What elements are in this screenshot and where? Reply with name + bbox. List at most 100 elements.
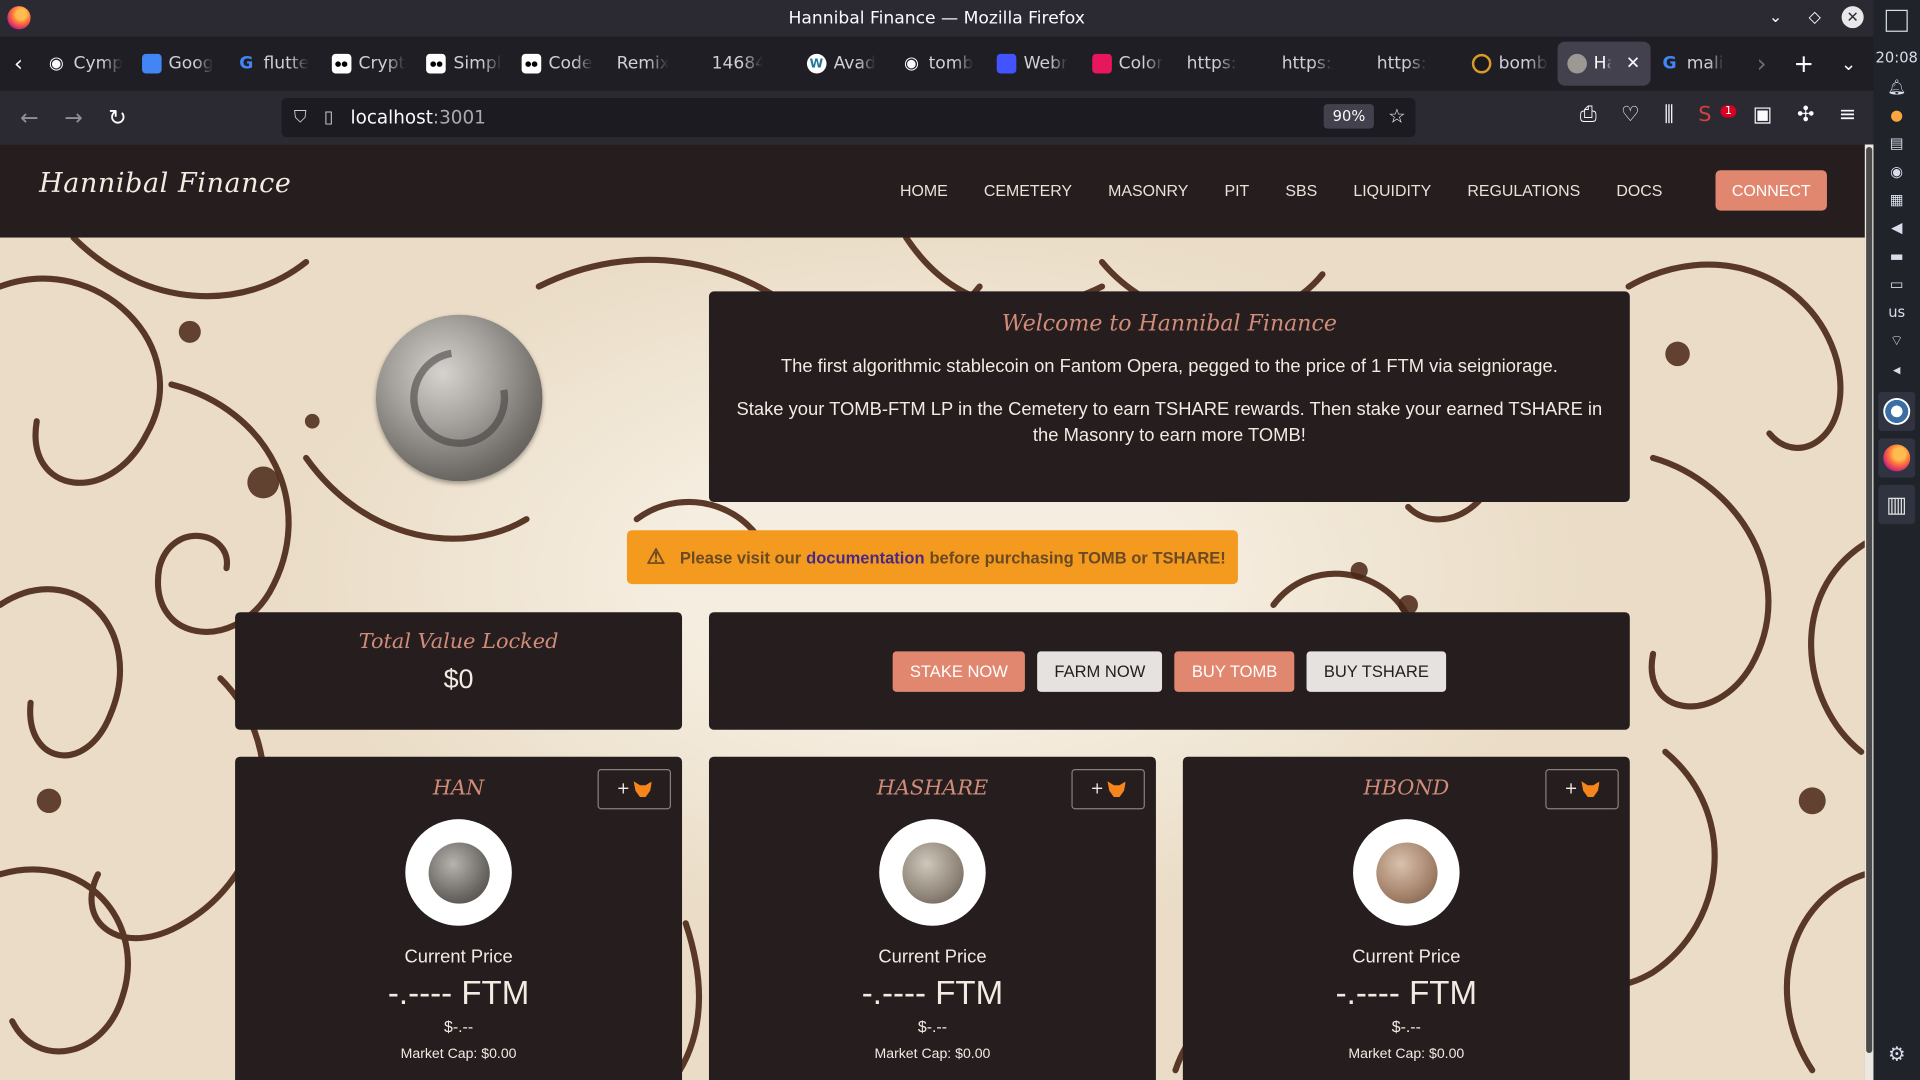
bookmark-star-icon[interactable]: ☆ (1388, 104, 1406, 127)
tab-title: tomb (928, 53, 974, 74)
tab-7[interactable]: 1468412 (702, 42, 797, 86)
add-to-metamask-button[interactable]: + (597, 768, 672, 810)
tab-title: mali (1686, 53, 1724, 74)
buy-tomb-button[interactable]: BUY TOMB (1174, 650, 1295, 692)
tab-6[interactable]: Remix - E (607, 42, 702, 86)
tab-12[interactable]: https://a (1177, 42, 1272, 86)
tab-4[interactable]: ●● Simpl (417, 42, 512, 86)
current-price-label: Current Price (878, 946, 987, 968)
vpn-icon[interactable]: ◉ (1888, 162, 1905, 179)
minimize-icon[interactable]: ⌄ (1763, 5, 1787, 29)
site-menu-liquidity[interactable]: LIQUIDITY (1353, 181, 1431, 199)
site-menu-masonry[interactable]: MASONRY (1108, 181, 1188, 199)
app-menu-icon[interactable]: ≡ (1839, 103, 1856, 127)
tab-10[interactable]: Webr (987, 42, 1082, 86)
forward-icon[interactable]: → (51, 105, 95, 131)
page-scrollbar[interactable] (1864, 144, 1874, 1080)
print-icon[interactable]: ⎙ (1580, 103, 1597, 127)
add-label: + (1090, 780, 1104, 799)
book-icon[interactable]: ▤ (1888, 134, 1905, 151)
close-window-icon[interactable]: ✕ (1841, 6, 1864, 29)
zoom-level-button[interactable]: 90% (1324, 104, 1374, 129)
tvl-title: Total Value Locked (358, 629, 559, 654)
tab-14[interactable]: https://fc (1367, 42, 1462, 86)
display-icon[interactable]: ▭ (1888, 275, 1905, 292)
github-icon: ◉ (903, 53, 919, 74)
desktop-pager-icon[interactable] (1885, 9, 1908, 32)
tvl-value: $0 (443, 663, 474, 695)
farm-now-button[interactable]: FARM NOW (1037, 650, 1163, 692)
settings-icon[interactable]: ⚙ (1888, 1042, 1906, 1065)
token-card-han: HAN + Current Price -.---- FTM $-.-- Market C… (235, 756, 683, 1080)
tab-5[interactable]: ●● Code (512, 42, 607, 86)
site-menu-pit[interactable]: PIT (1224, 181, 1249, 199)
tab-11[interactable]: Color (1082, 42, 1177, 86)
token-market-cap: Market Cap: $0.00 (874, 1046, 991, 1062)
connect-wallet-button[interactable]: CONNECT (1715, 170, 1827, 211)
firefox-logo-icon (7, 6, 31, 30)
reader-app-icon: ▥ (1886, 491, 1908, 518)
site-menu-regulations[interactable]: REGULATIONS (1467, 181, 1580, 199)
token-market-cap: Market Cap: $0.00 (1348, 1046, 1465, 1062)
back-icon[interactable]: ← (7, 105, 51, 131)
tab-3[interactable]: ●● Crypt (322, 42, 417, 86)
list-all-tabs-icon[interactable]: ⌄ (1841, 53, 1856, 75)
reload-icon[interactable]: ↻ (96, 105, 140, 131)
current-price-label: Current Price (404, 946, 513, 968)
documentation-link[interactable]: documentation (806, 548, 924, 566)
updates-icon[interactable]: ● (1888, 106, 1905, 123)
extensions-puzzle-icon[interactable]: ✣ (1797, 103, 1814, 127)
new-tab-icon[interactable]: + (1793, 49, 1814, 78)
add-to-metamask-button[interactable]: + (1545, 768, 1619, 810)
pocket-icon[interactable]: ♡ (1621, 103, 1640, 127)
tracking-shield-icon[interactable]: ⛉ (294, 108, 307, 128)
maximize-icon[interactable]: ◇ (1802, 5, 1826, 29)
wifi-icon[interactable]: ⌔ (1888, 332, 1905, 349)
token-price-ftm: -.---- FTM (861, 974, 1004, 1012)
tab-scroll-left-icon[interactable]: ‹ (0, 51, 37, 77)
add-to-metamask-button[interactable]: + (1071, 768, 1145, 810)
current-price-label: Current Price (1352, 946, 1461, 968)
tab-16[interactable]: Ha ✕ (1556, 41, 1651, 86)
tab-8[interactable]: W Avad (797, 42, 892, 86)
battery-icon[interactable]: ▬ (1888, 247, 1905, 264)
scrollbar-thumb[interactable] (1866, 146, 1873, 1054)
coin-icon (1566, 53, 1587, 74)
tab-13[interactable]: https://a (1272, 42, 1367, 86)
close-tab-icon[interactable]: ✕ (1626, 54, 1640, 74)
site-menu-cemetery[interactable]: CEMETERY (984, 181, 1072, 199)
expand-tray-icon[interactable]: ◂ (1888, 361, 1905, 378)
window-title: Hannibal Finance — Mozilla Firefox (788, 8, 1085, 29)
tab-1[interactable]: Goog (132, 42, 227, 86)
notification-bell-icon[interactable]: 🔔︎ (1887, 78, 1906, 95)
tab-scroll-right-icon[interactable]: › (1757, 49, 1767, 78)
buy-tshare-button[interactable]: BUY TSHARE (1306, 650, 1447, 692)
screenshot-icon[interactable]: ▣ (1753, 103, 1773, 127)
site-menu-home[interactable]: HOME (900, 181, 948, 199)
page-info-icon[interactable]: ▯ (324, 108, 333, 128)
taskbar-app-wallet[interactable] (1878, 391, 1916, 432)
extension-icon[interactable]: S1 (1698, 103, 1737, 127)
tab-title: Goog (168, 53, 214, 74)
medium-icon: ●● (331, 53, 352, 74)
tab-0[interactable]: ◉ Cymp (37, 42, 132, 86)
colors-icon (1091, 53, 1112, 74)
total-value-locked-card: Total Value Locked $0 (235, 612, 683, 730)
tab-9[interactable]: ◉ tomb (892, 42, 987, 86)
stake-now-button[interactable]: STAKE NOW (892, 650, 1026, 692)
taskbar-app-firefox[interactable] (1878, 438, 1916, 478)
keyboard-layout[interactable]: us (1888, 304, 1905, 321)
url-bar[interactable]: ⛉ ▯ localhost:3001 90% ☆ (281, 97, 1416, 138)
site-menu-sbs[interactable]: SBS (1285, 181, 1317, 199)
clipboard-icon[interactable]: ▦ (1888, 190, 1905, 207)
tab-2[interactable]: Gflutte (227, 42, 322, 86)
tab-17[interactable]: Gmali (1650, 42, 1745, 86)
site-menu-docs[interactable]: DOCS (1616, 181, 1662, 199)
library-icon[interactable]: ⫼ (1664, 103, 1674, 127)
tab-15[interactable]: bomb (1462, 42, 1557, 86)
taskbar-app-reader[interactable]: ▥ (1878, 484, 1916, 525)
token-coin-image (879, 819, 986, 926)
site-brand-logo[interactable]: Hannibal Finance (39, 169, 291, 200)
volume-icon[interactable]: ◀︎ (1888, 219, 1905, 236)
toolbar-extensions: ⎙ ♡ ⫼ S1 ▣ ✣ ≡ (1580, 103, 1856, 127)
